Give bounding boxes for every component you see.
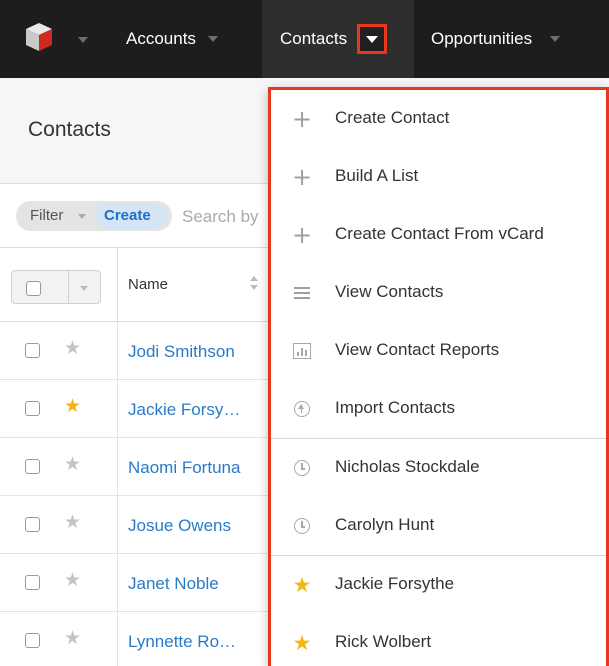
row-checkbox[interactable]	[25, 633, 40, 648]
chevron-down-icon[interactable]	[78, 214, 86, 219]
filter-button[interactable]: Filter	[30, 207, 63, 224]
sort-icon[interactable]	[249, 275, 259, 291]
menu-item-import-contacts[interactable]: Import Contacts	[271, 380, 606, 438]
chevron-down-icon[interactable]	[207, 36, 218, 42]
tab-opportunities-label: Opportunities	[431, 29, 533, 48]
row-checkbox[interactable]	[25, 401, 40, 416]
menu-item-label: Jackie Forsythe	[335, 574, 455, 593]
sugar-logo[interactable]	[22, 20, 66, 58]
tab-contacts-label: Contacts	[280, 29, 348, 48]
plus-icon: +	[291, 105, 313, 133]
contacts-dropdown-menu: + Create Contact + Build A List + Create…	[268, 87, 609, 666]
menu-item-label: Carolyn Hunt	[335, 515, 435, 534]
report-icon	[287, 336, 317, 366]
list-icon	[287, 278, 317, 308]
column-divider	[117, 438, 118, 495]
column-divider	[117, 248, 118, 322]
chevron-down-icon[interactable]	[550, 36, 561, 42]
menu-item-label: View Contacts	[335, 282, 444, 301]
row-checkbox[interactable]	[25, 575, 40, 590]
top-navbar: Accounts Contacts Opportunities	[0, 0, 609, 78]
menu-item-label: Create Contact	[335, 108, 450, 127]
menu-item-label: View Contact Reports	[335, 340, 500, 359]
menu-item-create-contact-from-vcard[interactable]: + Create Contact From vCard	[271, 206, 606, 264]
menu-item-view-contacts[interactable]: View Contacts	[271, 264, 606, 322]
contact-name-link[interactable]: Naomi Fortuna	[128, 458, 240, 478]
menu-item-create-contact[interactable]: + Create Contact	[271, 90, 606, 148]
column-divider	[117, 554, 118, 611]
favorite-star-icon[interactable]: ★	[64, 453, 81, 475]
menu-item-favorite-contact[interactable]: ★ Jackie Forsythe	[271, 556, 606, 614]
menu-item-recent-contact[interactable]: Carolyn Hunt	[271, 497, 606, 555]
contact-name-link[interactable]: Josue Owens	[128, 516, 231, 536]
menu-item-label: Rick Wolbert	[335, 632, 432, 651]
plus-icon: +	[291, 221, 313, 249]
star-icon: ★	[292, 572, 312, 597]
contact-name-link[interactable]: Jodi Smithson	[128, 342, 235, 362]
mass-select-control[interactable]	[11, 270, 101, 304]
clock-icon	[287, 453, 317, 483]
column-divider	[117, 612, 118, 666]
favorite-star-icon[interactable]: ★	[64, 511, 81, 533]
menu-item-view-contact-reports[interactable]: View Contact Reports	[271, 322, 606, 380]
menu-item-label: Nicholas Stockdale	[335, 457, 480, 476]
cube-logo-icon	[26, 23, 52, 51]
divider	[68, 271, 69, 303]
create-filter-button[interactable]: Create	[104, 207, 151, 224]
chevron-down-icon	[366, 35, 379, 43]
contacts-dropdown-toggle[interactable]	[357, 24, 388, 54]
favorite-star-icon[interactable]: ★	[64, 569, 81, 591]
menu-item-label: Import Contacts	[335, 398, 455, 417]
column-divider	[117, 496, 118, 553]
column-divider	[117, 380, 118, 437]
tab-accounts-label: Accounts	[126, 29, 196, 48]
contact-name-link[interactable]: Jackie Forsy…	[128, 400, 240, 420]
favorite-star-icon[interactable]: ★	[64, 627, 81, 649]
chevron-down-icon[interactable]	[80, 286, 88, 291]
search-input[interactable]: Search by	[182, 207, 259, 227]
plus-icon: +	[291, 163, 313, 191]
clock-icon	[287, 511, 317, 541]
select-all-checkbox[interactable]	[26, 281, 41, 296]
favorite-star-icon[interactable]: ★	[64, 395, 81, 417]
menu-item-build-a-list[interactable]: + Build A List	[271, 148, 606, 206]
menu-item-favorite-contact[interactable]: ★ Rick Wolbert	[271, 614, 606, 666]
menu-item-recent-contact[interactable]: Nicholas Stockdale	[271, 439, 606, 497]
star-icon: ★	[292, 630, 312, 655]
upload-icon	[287, 394, 317, 424]
contact-name-link[interactable]: Janet Noble	[128, 574, 219, 594]
row-checkbox[interactable]	[25, 517, 40, 532]
row-checkbox[interactable]	[25, 459, 40, 474]
logo-menu-caret-icon[interactable]	[78, 37, 88, 43]
column-header-name[interactable]: Name	[128, 276, 168, 293]
tab-contacts[interactable]: Contacts	[262, 0, 414, 78]
menu-item-label: Create Contact From vCard	[335, 224, 544, 243]
page-title: Contacts	[28, 118, 111, 141]
contact-name-link[interactable]: Lynnette Ro…	[128, 632, 236, 652]
tab-opportunities[interactable]: Opportunities	[414, 0, 609, 78]
favorite-star-icon[interactable]: ★	[64, 337, 81, 359]
column-divider	[117, 322, 118, 379]
menu-item-label: Build A List	[335, 166, 419, 185]
tab-accounts[interactable]: Accounts	[108, 0, 258, 78]
row-checkbox[interactable]	[25, 343, 40, 358]
